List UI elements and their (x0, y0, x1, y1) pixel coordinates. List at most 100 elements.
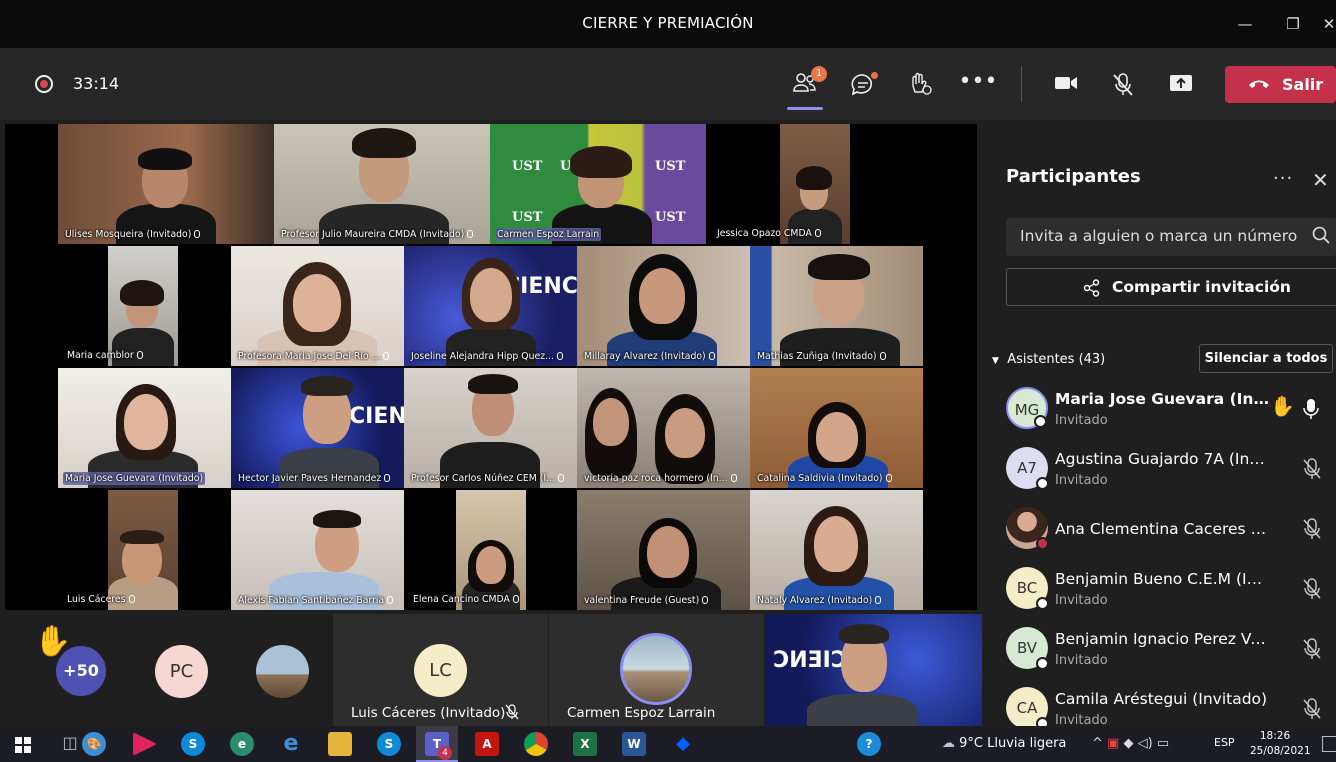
maximize-button[interactable]: ❐ (1278, 10, 1308, 38)
windows-start-icon[interactable] (15, 737, 31, 753)
tray-icons[interactable]: ^ ▣ ◆ ◁) ▭ (1092, 736, 1169, 751)
mic-on-icon[interactable] (1302, 398, 1320, 420)
internet-explorer-icon[interactable]: e (279, 732, 303, 756)
participant-avatar: LC (414, 644, 467, 697)
banner-text: CIENC (349, 404, 404, 429)
logo-text: UST (655, 159, 686, 174)
video-tile[interactable]: Profesora Maria Jose Del Rio ... (231, 246, 404, 366)
participant-row[interactable]: A7 Agustina Guajardo 7A (Invitado) Invit… (982, 442, 1336, 502)
skype-icon[interactable]: S (181, 732, 205, 756)
panel-close-button[interactable]: ✕ (1312, 168, 1329, 192)
video-tile[interactable]: Nataly Alvarez (Invitado) (750, 490, 923, 610)
teams-badge: 4 (438, 746, 452, 760)
participant-name: Camila Aréstegui (Invitado) (1055, 690, 1268, 708)
more-actions-button[interactable]: ••• (958, 64, 998, 104)
video-tile[interactable]: Profesor Julio Maureira CMDA (Invitado) (274, 124, 490, 244)
weather-widget[interactable]: ☁ 9°C Lluvia ligera (942, 736, 1066, 751)
mic-off-icon[interactable] (1302, 638, 1322, 660)
participant-row[interactable]: MG Maria Jose Guevara (Invitado) Invitad… (982, 382, 1336, 442)
word-icon[interactable]: W (622, 732, 646, 756)
video-tile[interactable]: CIENC Hector Javier Paves Hernandez (231, 368, 404, 488)
chat-button[interactable] (843, 64, 883, 104)
participant-role: Invitado (1055, 473, 1108, 488)
video-tile[interactable]: CIENC Joseline Alejandra Hipp Quez... (404, 246, 577, 366)
panel-more-button[interactable]: ··· (1273, 168, 1293, 189)
media-player-icon[interactable] (133, 732, 157, 756)
invite-search-input[interactable]: Invita a alguien o marca un número (1006, 218, 1336, 256)
file-explorer-icon[interactable] (328, 732, 352, 756)
banner-text: CIENC (773, 648, 847, 673)
close-window-button[interactable]: ✕ (1322, 10, 1336, 38)
clock[interactable]: 18:26 25/08/2021 (1250, 729, 1311, 759)
video-tile[interactable]: Ulises Mosqueira (Invitado) (58, 124, 274, 244)
video-tile[interactable] (456, 490, 526, 610)
toolbar-separator (1021, 66, 1022, 102)
mic-off-icon[interactable] (1302, 518, 1322, 540)
reactions-button[interactable] (900, 64, 940, 104)
mic-icon (383, 352, 390, 360)
video-tile[interactable]: Profesor Carlos Núñez CEM (I... (404, 368, 577, 488)
notifications-icon[interactable] (1322, 736, 1336, 752)
cloud-icon: ☁ (942, 736, 955, 751)
video-tile[interactable]: Carmen Espoz Larrain (549, 614, 764, 726)
presence-indicator (1034, 415, 1047, 428)
meeting-toolbar: 33:14 1 ••• Salir (0, 48, 1336, 120)
participant-row[interactable]: BV Benjamin Ignacio Perez Vergara Invita… (982, 622, 1336, 682)
video-tile[interactable] (780, 124, 850, 244)
raise-hand-icon (912, 72, 932, 95)
leave-button[interactable]: Salir (1225, 66, 1336, 103)
attendees-section-header[interactable]: ▼ Asistentes (43) (992, 352, 1105, 367)
task-view-icon[interactable]: ◫ (58, 732, 82, 756)
video-tile[interactable] (108, 490, 178, 610)
language-indicator[interactable]: ESP (1214, 736, 1235, 749)
mic-icon (814, 229, 821, 237)
mic-icon (885, 474, 892, 482)
camera-button[interactable] (1046, 64, 1086, 104)
chrome-icon[interactable] (524, 732, 548, 756)
skype-business-icon[interactable]: S (377, 732, 401, 756)
share-invite-button[interactable]: Compartir invitación (1006, 268, 1336, 306)
help-icon[interactable]: ? (857, 732, 881, 756)
mic-icon (708, 352, 715, 360)
video-tile[interactable]: Alexis Fabian Santibañez Barria (231, 490, 404, 610)
participant-photo-avatar[interactable] (256, 645, 309, 698)
video-tile[interactable]: Catalina Saldivia (Invitado) (750, 368, 923, 488)
video-tile[interactable]: LC Luis Cáceres (Invitado) (333, 614, 548, 726)
video-tile[interactable]: CIENC (765, 614, 982, 726)
acrobat-icon[interactable]: A (475, 732, 499, 756)
paint-icon[interactable]: 🎨 (82, 732, 106, 756)
panel-title: Participantes (1006, 166, 1141, 187)
video-tile[interactable]: UST UST UST UST UST Carmen Espoz Larrain (490, 124, 706, 244)
participants-button[interactable]: 1 (785, 64, 827, 110)
excel-icon[interactable]: X (573, 732, 597, 756)
video-tile[interactable]: Maria Jose Guevara (Invitado) (58, 368, 231, 488)
participant-photo-avatar (620, 633, 692, 705)
mute-all-button[interactable]: Silenciar a todos (1199, 344, 1333, 373)
mic-off-icon[interactable] (1302, 698, 1322, 720)
antivirus-icon: ▣ (1107, 736, 1120, 751)
mic-off-icon[interactable] (1302, 458, 1322, 480)
video-tile[interactable]: Millaray Alvarez (Invitado) (577, 246, 750, 366)
dropbox-icon[interactable]: ◆ (671, 732, 695, 756)
microphone-button[interactable] (1103, 64, 1143, 104)
minimize-button[interactable]: — (1230, 10, 1260, 38)
mic-icon (879, 352, 886, 360)
participant-avatar: BV (1006, 627, 1049, 670)
video-tile[interactable]: valentina Freude (Guest) (577, 490, 750, 610)
teams-taskbar-button[interactable]: T 4 (416, 726, 458, 762)
participant-row[interactable]: CA Camila Aréstegui (Invitado) Invitado (982, 682, 1336, 726)
participant-avatar: CA (1006, 687, 1049, 726)
participant-avatar[interactable]: PC (155, 645, 208, 698)
participant-name: Profesor Carlos Núñez CEM (I... (409, 472, 566, 485)
edge-icon[interactable]: e (230, 732, 254, 756)
video-tile[interactable]: Mathias Zuñiga (Invitado) (750, 246, 923, 366)
share-icon (1083, 279, 1100, 297)
share-screen-button[interactable] (1161, 64, 1201, 104)
mic-icon (512, 595, 519, 603)
participant-row[interactable]: Ana Clementina Caceres Urrutia (982, 502, 1336, 562)
participant-row[interactable]: BC Benjamin Bueno C.E.M (Invitado) Invit… (982, 562, 1336, 622)
mic-off-icon[interactable] (1302, 578, 1322, 600)
video-tile[interactable]: victoria paz roca hormero (In... (577, 368, 750, 488)
participant-name: Maria camblor (65, 349, 145, 362)
video-tile[interactable] (108, 246, 178, 366)
